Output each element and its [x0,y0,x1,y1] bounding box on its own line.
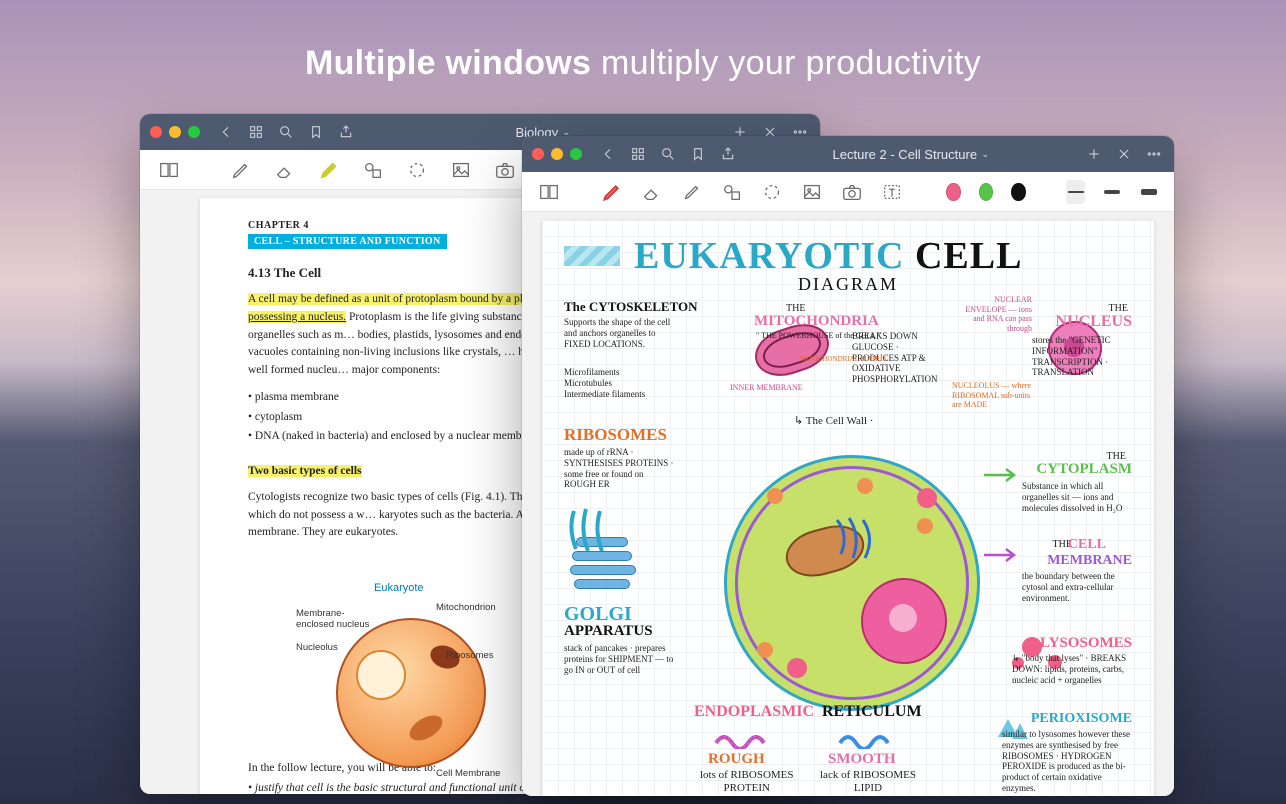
traffic-lights [150,126,200,138]
pen-tool[interactable] [228,157,254,183]
callout-nucleolus: Nucleolus [296,642,338,653]
mito-inner: INNER MEMBRANE [730,383,803,393]
subheading: Two basic types of cells [248,465,362,477]
close-tab-icon[interactable] [1114,144,1134,164]
view-mode-icon[interactable] [538,179,560,205]
minimize-dot[interactable] [169,126,181,138]
camera-tool[interactable] [841,179,863,205]
cytoskeleton-sub: Microfilaments Microtubules Intermediate… [564,367,645,399]
close-dot[interactable] [532,148,544,160]
er-title2: RETICULUM [822,703,922,721]
membrane-desc: the boundary between the cytosol and ext… [1022,571,1132,603]
cytoplasm-desc: Substance in which all organelles sit — … [1022,481,1132,513]
marketing-headline: Multiple windows multiply your productiv… [0,44,1286,83]
membrane-title2: MEMBRANE [1047,553,1132,569]
eukaryote-title: Eukaryote [374,582,424,594]
color-swatch-green[interactable] [979,183,993,201]
window-lecture-notes: Lecture 2 - Cell Structure⌄ EUKARYOTIC C… [522,136,1174,796]
bookmark-icon[interactable] [306,122,326,142]
peroxisome-title: PERIOXISOME [1031,711,1132,727]
pen-tool[interactable] [601,179,623,205]
titlebar[interactable]: Lecture 2 - Cell Structure⌄ [522,136,1174,172]
cytoskeleton-title: The CYTOSKELETON [564,299,698,315]
image-tool[interactable] [448,157,474,183]
eraser-tool[interactable] [641,179,663,205]
window-title[interactable]: Lecture 2 - Cell Structure⌄ [833,147,990,162]
notebook-page: EUKARYOTIC CELL DIAGRAM The CYTOSKELETON… [542,220,1154,796]
chevron-down-icon: ⌄ [981,149,989,160]
nucleus-title: NUCLEUS [1056,313,1132,331]
color-swatch-black[interactable] [1011,183,1025,201]
cytoplasm-title: CYTOPLASM [1036,461,1132,478]
callout-ribosomes: Ribosomes [446,650,494,661]
callout-membrane-nucleus: Membrane- enclosed nucleus [296,608,369,630]
new-tab-icon[interactable] [1084,144,1104,164]
lasso-tool[interactable] [404,157,430,183]
lysosomes-desc: ↳ "body that lyses" · BREAKS DOWN: lipid… [1012,653,1132,685]
er-rough-desc: lots of RIBOSOMES PROTEIN SYNTHESIS [700,769,794,796]
nuclear-envelope: NUCLEAR ENVELOPE — ions and RNA can pass… [962,295,1032,333]
tape-graphic [564,246,620,266]
back-icon[interactable] [598,144,618,164]
share-icon[interactable] [336,122,356,142]
back-icon[interactable] [216,122,236,142]
camera-tool[interactable] [492,157,518,183]
stroke-weight-thin[interactable] [1066,180,1085,204]
bookmark-icon[interactable] [688,144,708,164]
stroke-weight-med[interactable] [1103,180,1122,204]
ribosomes-desc: made up of rRNA · SYNTHESISES PROTEINS ·… [564,447,674,490]
er-rough: ROUGH [708,751,765,768]
grid-icon[interactable] [246,122,266,142]
mito-title: MITOCHONDRIA [754,313,879,330]
cell-wall-label: ↳ The Cell Wall · [794,415,873,428]
golgi-title2: APPARATUS [564,623,653,640]
grid-icon[interactable] [628,144,648,164]
search-icon[interactable] [276,122,296,142]
zoom-dot[interactable] [188,126,200,138]
er-smooth: SMOOTH [828,751,896,768]
highlighter-tool[interactable] [681,179,703,205]
color-swatch-pink[interactable] [946,183,960,201]
zoom-dot[interactable] [570,148,582,160]
image-tool[interactable] [801,179,823,205]
more-icon[interactable] [1144,144,1164,164]
minimize-dot[interactable] [551,148,563,160]
membrane-title: CELL [1068,537,1106,553]
highlighter-tool[interactable] [316,157,342,183]
nucleus-desc: stores the "GENETIC INFORMATION" · TRANS… [1032,335,1132,378]
mito-matrix: MITOCHONDRIAL MATRIX [800,355,887,363]
search-icon[interactable] [658,144,678,164]
er-title1: ENDOPLASMIC [694,703,814,721]
close-dot[interactable] [150,126,162,138]
callout-cell-membrane: Cell Membrane [436,768,500,779]
golgi-desc: stack of pancakes · prepares proteins fo… [564,643,684,675]
chapter-banner: CELL – STRUCTURE AND FUNCTION [248,234,447,249]
note-title-row: EUKARYOTIC CELL [564,234,1132,278]
lysosomes-title: LYSOSOMES [1040,635,1132,652]
nucleolus-note: NUCLEOLUS — where RIBOSOMAL sub-units ar… [952,381,1032,410]
ribosomes-title: RIBOSOMES [564,425,667,445]
notebook-viewport[interactable]: EUKARYOTIC CELL DIAGRAM The CYTOSKELETON… [522,212,1174,796]
eukaryote-cell-graphic [336,618,486,768]
share-icon[interactable] [718,144,738,164]
er-smooth-desc: lack of RIBOSOMES LIPID SYNTHESIS [820,769,916,796]
lasso-tool[interactable] [761,179,783,205]
view-mode-icon[interactable] [156,157,182,183]
shapes-tool[interactable] [721,179,743,205]
stroke-weight-thick[interactable] [1139,180,1158,204]
peroxisome-desc: similar to lysosomes however these enzym… [1002,729,1132,794]
text-tool[interactable] [881,179,903,205]
callout-mitochondrion: Mitochondrion [436,602,496,613]
traffic-lights [532,148,582,160]
toolbar [522,172,1174,212]
shapes-tool[interactable] [360,157,386,183]
eraser-tool[interactable] [272,157,298,183]
cytoskeleton-desc: Supports the shape of the cell and ancho… [564,317,674,349]
main-cell-graphic [724,455,980,711]
cell-nucleus [861,578,947,664]
